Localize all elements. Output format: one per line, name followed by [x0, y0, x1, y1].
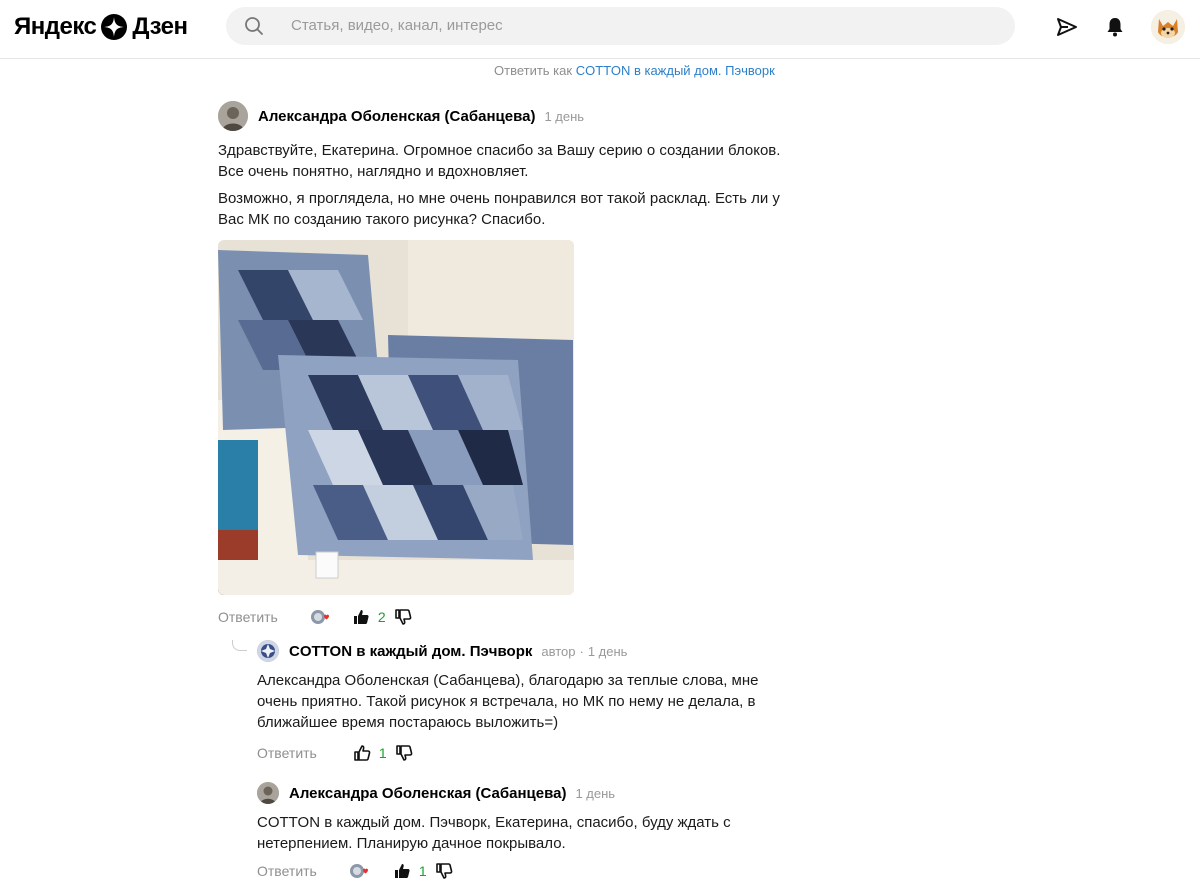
dislike-icon[interactable]: [394, 608, 412, 626]
logo-text-zen: Дзен: [132, 13, 188, 40]
reactions-icon[interactable]: [310, 608, 330, 626]
user-photo-icon: [218, 101, 248, 131]
comment-actions: Ответить 1: [257, 742, 797, 764]
comment-actions: Ответить 2: [218, 606, 798, 628]
like-count: 1: [378, 745, 387, 761]
avatar[interactable]: [257, 640, 279, 662]
zen-star-icon: [101, 14, 128, 40]
comment-text: Александра Оболенская (Сабанцева), благо…: [257, 670, 797, 733]
comment-header: Александра Оболенская (Сабанцева) 1 день: [257, 782, 797, 804]
comment-time: 1 день: [575, 785, 616, 801]
reply-as-prefix: Ответить как: [494, 63, 573, 78]
comment-header: COTTON в каждый дом. Пэчворк автор · 1 д…: [257, 640, 797, 662]
comment-text: Здравствуйте, Екатерина. Огромное спасиб…: [218, 140, 798, 230]
header-actions: [1031, 10, 1185, 44]
reply-as-line: Ответить как COTTON в каждый дом. Пэчвор…: [494, 63, 775, 78]
reply-as-channel-link[interactable]: COTTON в каждый дом. Пэчворк: [576, 63, 775, 78]
search-bar[interactable]: Статья, видео, канал, интерес: [226, 7, 1015, 45]
dislike-icon[interactable]: [395, 744, 413, 762]
comment-paragraph: COTTON в каждый дом. Пэчворк, Екатерина,…: [257, 814, 731, 852]
comment-reply: COTTON в каждый дом. Пэчворк автор · 1 д…: [257, 640, 797, 764]
reply-button[interactable]: Ответить: [257, 745, 317, 761]
reply-button[interactable]: Ответить: [257, 863, 317, 879]
user-avatar[interactable]: [1151, 10, 1185, 44]
avatar[interactable]: [218, 101, 248, 131]
comment-time: 1 день: [544, 108, 585, 124]
dislike-icon[interactable]: [435, 862, 453, 880]
comment-header: Александра Оболенская (Сабанцева) 1 день: [218, 101, 798, 131]
like-icon[interactable]: [393, 862, 411, 880]
channel-logo-icon: [257, 640, 279, 662]
send-icon[interactable]: [1055, 15, 1079, 39]
comment-paragraph: Возможно, я проглядела, но мне очень пон…: [218, 190, 780, 228]
comment-author[interactable]: Александра Оболенская (Сабанцева): [289, 785, 566, 802]
thread-connector: [232, 640, 247, 651]
author-badge: автор: [541, 643, 576, 659]
logo-text-yandex: Яндекс: [14, 13, 97, 40]
comment-photo[interactable]: [218, 240, 574, 595]
like-count: 2: [377, 609, 386, 625]
comment-author[interactable]: COTTON в каждый дом. Пэчворк: [289, 643, 532, 660]
comment-paragraph: Александра Оболенская (Сабанцева), благо…: [257, 672, 759, 731]
comment-paragraph: Здравствуйте, Екатерина. Огромное спасиб…: [218, 142, 781, 180]
comment-text: COTTON в каждый дом. Пэчворк, Екатерина,…: [257, 812, 797, 854]
comment-actions: Ответить 1: [257, 860, 797, 882]
meta-separator: ·: [579, 643, 584, 659]
comment-author[interactable]: Александра Оболенская (Сабанцева): [258, 108, 535, 125]
like-icon[interactable]: [352, 608, 370, 626]
user-photo-icon: [257, 782, 279, 804]
comment-time: 1 день: [587, 643, 628, 659]
search-placeholder: Статья, видео, канал, интерес: [291, 17, 503, 34]
reactions-icon[interactable]: [349, 862, 369, 880]
bell-icon[interactable]: [1103, 15, 1127, 39]
fox-avatar-icon: [1151, 10, 1185, 44]
like-count: 1: [418, 863, 427, 879]
zen-logo[interactable]: Яндекс Дзен: [14, 12, 188, 42]
top-bar: Яндекс Дзен Статья, видео, канал, интере…: [0, 0, 1200, 59]
reply-button[interactable]: Ответить: [218, 609, 278, 625]
comment: Александра Оболенская (Сабанцева) 1 день…: [218, 101, 798, 628]
avatar[interactable]: [257, 782, 279, 804]
search-icon: [245, 17, 263, 35]
comment-reply: Александра Оболенская (Сабанцева) 1 день…: [257, 782, 797, 882]
like-outline-icon[interactable]: [353, 744, 371, 762]
denim-pillows-image: [218, 240, 574, 595]
